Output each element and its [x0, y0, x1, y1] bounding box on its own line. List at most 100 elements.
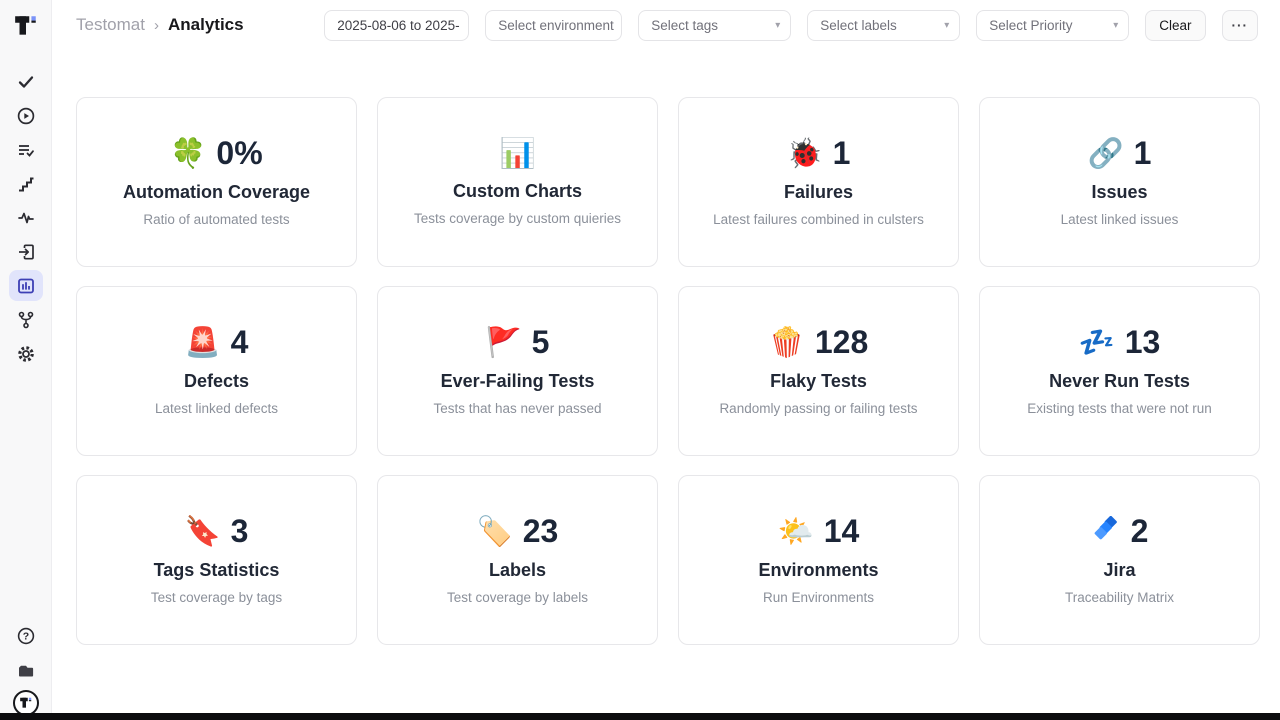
- ladybug-icon: 🐞: [787, 139, 823, 168]
- card-head: 📊: [499, 139, 535, 168]
- tags-select-placeholder: Select tags: [651, 18, 718, 33]
- play-circle-icon: [16, 106, 36, 126]
- card-head: 🏷️ 23: [477, 515, 559, 547]
- clover-icon: 🍀: [170, 139, 206, 168]
- breadcrumb: Testomat › Analytics: [76, 15, 244, 35]
- card-title: Failures: [784, 182, 853, 203]
- card-title: Defects: [184, 371, 249, 392]
- date-range-picker[interactable]: 2025-08-06 to 2025-: [324, 10, 469, 41]
- link-icon: 🔗: [1088, 139, 1124, 168]
- branch-icon: [16, 310, 36, 330]
- sidebar-nav: [9, 66, 43, 369]
- bottom-edge-bar: [0, 713, 1280, 720]
- priority-select[interactable]: Select Priority ▾: [976, 10, 1129, 41]
- sidebar-item-tests[interactable]: [9, 66, 43, 97]
- analytics-card[interactable]: 🌤️ 14 Environments Run Environments: [678, 475, 959, 645]
- card-value: 3: [231, 515, 249, 547]
- testomat-logo[interactable]: [12, 12, 40, 40]
- testomat-logo-icon: [13, 13, 39, 39]
- card-title: Never Run Tests: [1049, 371, 1190, 392]
- list-check-icon: [16, 140, 36, 160]
- analytics-card[interactable]: 🚨 4 Defects Latest linked defects: [76, 286, 357, 456]
- page-header: Testomat › Analytics 2025-08-06 to 2025-…: [52, 0, 1280, 50]
- chevron-down-icon: ▾: [775, 20, 780, 31]
- analytics-card[interactable]: 2 Jira Traceability Matrix: [979, 475, 1260, 645]
- analytics-card[interactable]: 💤 13 Never Run Tests Existing tests that…: [979, 286, 1260, 456]
- card-title: Jira: [1103, 560, 1135, 581]
- chevron-down-icon: ▾: [1113, 20, 1118, 31]
- card-value: 23: [523, 515, 559, 547]
- card-subtitle: Traceability Matrix: [1065, 590, 1174, 605]
- card-head: 🚩 5: [486, 326, 550, 358]
- labels-select[interactable]: Select labels ▾: [807, 10, 960, 41]
- analytics-card[interactable]: 🍿 128 Flaky Tests Randomly passing or fa…: [678, 286, 959, 456]
- sidebar-item-projects[interactable]: [9, 655, 43, 686]
- clear-button[interactable]: Clear: [1145, 10, 1205, 41]
- analytics-card[interactable]: 🔗 1 Issues Latest linked issues: [979, 97, 1260, 267]
- card-head: 🚨 4: [185, 326, 249, 358]
- card-head: 🍀 0%: [170, 137, 262, 169]
- card-subtitle: Latest linked defects: [155, 401, 278, 416]
- analytics-card[interactable]: 🍀 0% Automation Coverage Ratio of automa…: [76, 97, 357, 267]
- breadcrumb-project[interactable]: Testomat: [76, 15, 145, 35]
- card-subtitle: Tests coverage by custom quieries: [414, 211, 621, 226]
- more-options-button[interactable]: ···: [1222, 10, 1259, 41]
- analytics-card[interactable]: 🚩 5 Ever-Failing Tests Tests that has ne…: [377, 286, 658, 456]
- sidebar-item-plans[interactable]: [9, 134, 43, 165]
- help-icon: ?: [16, 626, 36, 646]
- card-title: Flaky Tests: [770, 371, 867, 392]
- card-head: 🔗 1: [1088, 137, 1152, 169]
- environment-select[interactable]: Select environment ▾: [485, 10, 622, 41]
- card-value: 0%: [216, 137, 262, 169]
- sidebar-item-settings[interactable]: [9, 338, 43, 369]
- breadcrumb-separator: ›: [154, 17, 159, 34]
- card-subtitle: Test coverage by labels: [447, 590, 588, 605]
- card-title: Ever-Failing Tests: [441, 371, 595, 392]
- card-value: 1: [1134, 137, 1152, 169]
- run-import-icon: [16, 242, 36, 262]
- sidebar-item-analytics[interactable]: [9, 270, 43, 301]
- sidebar-item-pulse[interactable]: [9, 202, 43, 233]
- filter-bar: 2025-08-06 to 2025- Select environment ▾…: [324, 10, 1258, 41]
- card-value: 4: [231, 326, 249, 358]
- sidebar-item-branches[interactable]: [9, 304, 43, 335]
- analytics-card[interactable]: 🐞 1 Failures Latest failures combined in…: [678, 97, 959, 267]
- analytics-card[interactable]: 🏷️ 23 Labels Test coverage by labels: [377, 475, 658, 645]
- analytics-chart-icon: [16, 276, 36, 296]
- sidebar-bottom-nav: ?: [9, 620, 43, 716]
- analytics-card[interactable]: 📊 Custom Charts Tests coverage by custom…: [377, 97, 658, 267]
- svg-text:?: ?: [22, 630, 28, 642]
- pulse-icon: [16, 208, 36, 228]
- popcorn-icon: 🍿: [769, 328, 805, 357]
- sidebar-item-imports[interactable]: [9, 236, 43, 267]
- sidebar-item-runs[interactable]: [9, 100, 43, 131]
- gear-icon: [16, 344, 36, 364]
- bar-chart-icon: 📊: [499, 139, 535, 168]
- card-title: Issues: [1091, 182, 1147, 203]
- sidebar-item-milestones[interactable]: [9, 168, 43, 199]
- card-subtitle: Tests that has never passed: [433, 401, 601, 416]
- folder-icon: [16, 661, 36, 681]
- card-head: 🌤️ 14: [778, 515, 860, 547]
- check-icon: [16, 72, 36, 92]
- tags-select[interactable]: Select tags ▾: [638, 10, 791, 41]
- labels-select-placeholder: Select labels: [820, 18, 897, 33]
- card-subtitle: Latest failures combined in culsters: [713, 212, 924, 227]
- label-icon: 🏷️: [477, 517, 513, 546]
- card-head: 🐞 1: [787, 137, 851, 169]
- sidebar-item-help[interactable]: ?: [9, 620, 43, 651]
- card-title: Automation Coverage: [123, 182, 310, 203]
- analytics-cards-grid: 🍀 0% Automation Coverage Ratio of automa…: [76, 97, 1260, 645]
- breadcrumb-current-page: Analytics: [168, 15, 244, 35]
- card-subtitle: Ratio of automated tests: [143, 212, 289, 227]
- card-subtitle: Test coverage by tags: [151, 590, 282, 605]
- card-value: 1: [833, 137, 851, 169]
- card-head: 🍿 128: [769, 326, 869, 358]
- analytics-card[interactable]: 🔖 3 Tags Statistics Test coverage by tag…: [76, 475, 357, 645]
- card-value: 14: [824, 515, 860, 547]
- card-head: 🔖 3: [185, 515, 249, 547]
- card-head: 💤 13: [1079, 326, 1161, 358]
- siren-icon: 🚨: [185, 328, 221, 357]
- card-title: Tags Statistics: [154, 560, 280, 581]
- card-title: Custom Charts: [453, 181, 582, 202]
